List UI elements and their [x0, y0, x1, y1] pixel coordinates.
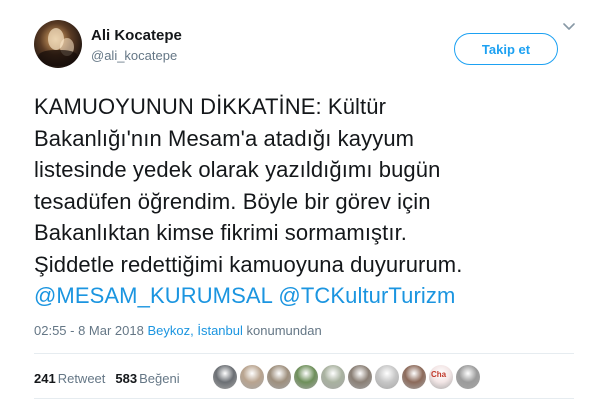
- divider: [34, 398, 574, 399]
- tweet-location[interactable]: Beykoz, İstanbul: [147, 323, 242, 338]
- mention-link-mesam[interactable]: @MESAM_KURUMSAL: [34, 283, 272, 308]
- retweet-label: Retweet: [57, 370, 106, 386]
- retweet-count[interactable]: 241 Retweet: [34, 371, 105, 386]
- divider: [34, 353, 574, 354]
- liker-avatar[interactable]: [240, 365, 264, 389]
- liker-avatar[interactable]: [402, 365, 426, 389]
- tweet-stats: 241 Retweet 583 Beğeni: [34, 366, 190, 390]
- liker-avatar[interactable]: [213, 365, 237, 389]
- liker-avatar[interactable]: [348, 365, 372, 389]
- location-suffix: konumundan: [246, 323, 322, 338]
- tweet-header: Ali Kocatepe @ali_kocatepe Takip et: [34, 20, 574, 74]
- liker-avatar-text: Cha: [431, 370, 447, 379]
- tweet-line: Bakanlığı'nın Mesam'a atadığı kayyum: [34, 125, 415, 151]
- liker-avatar[interactable]: [267, 365, 291, 389]
- tweet-timestamp[interactable]: 02:55 - 8 Mar 2018: [34, 323, 144, 338]
- liker-avatar[interactable]: [321, 365, 345, 389]
- tweet-line: Bakanlıktan kimse fikrimi sormamıştır.: [34, 220, 407, 245]
- like-label: Beğeni: [139, 370, 180, 386]
- liker-avatar[interactable]: Cha: [429, 365, 453, 389]
- liker-avatar[interactable]: [456, 365, 480, 389]
- tweet-line: KAMUOYUNUN DİKKATİNE: Kültür: [34, 94, 387, 119]
- tweet-line: listesinde yedek olarak yazıldığımı bugü…: [34, 157, 441, 182]
- author-name[interactable]: Ali Kocatepe: [91, 26, 182, 46]
- liker-avatar[interactable]: [294, 365, 318, 389]
- tweet-text: KAMUOYUNUN DİKKATİNE: Kültür Bakanlığı'n…: [34, 91, 582, 312]
- author-info[interactable]: Ali Kocatepe @ali_kocatepe: [91, 26, 182, 65]
- tweet-mentions-line: @MESAM_KURUMSAL @TCKulturTurizm: [34, 280, 582, 312]
- tweet-meta: 02:55 - 8 Mar 2018 Beykoz, İstanbul konu…: [34, 322, 322, 340]
- author-handle[interactable]: @ali_kocatepe: [91, 47, 182, 65]
- like-number: 583: [115, 370, 138, 386]
- liker-avatars: Cha: [213, 365, 483, 389]
- liker-avatar[interactable]: [375, 365, 399, 389]
- chevron-down-icon[interactable]: [563, 22, 575, 32]
- author-avatar[interactable]: [34, 20, 82, 68]
- retweet-number: 241: [34, 370, 56, 386]
- mention-link-tckultur[interactable]: @TCKulturTurizm: [278, 283, 455, 308]
- tweet-line: tesadüfen öğrendim. Böyle bir görev için: [34, 188, 431, 214]
- like-count[interactable]: 583 Beğeni: [115, 371, 179, 386]
- follow-button[interactable]: Takip et: [454, 33, 558, 65]
- tweet-line: Şiddetle redettiğimi kamuoyuna duyururum…: [34, 251, 463, 277]
